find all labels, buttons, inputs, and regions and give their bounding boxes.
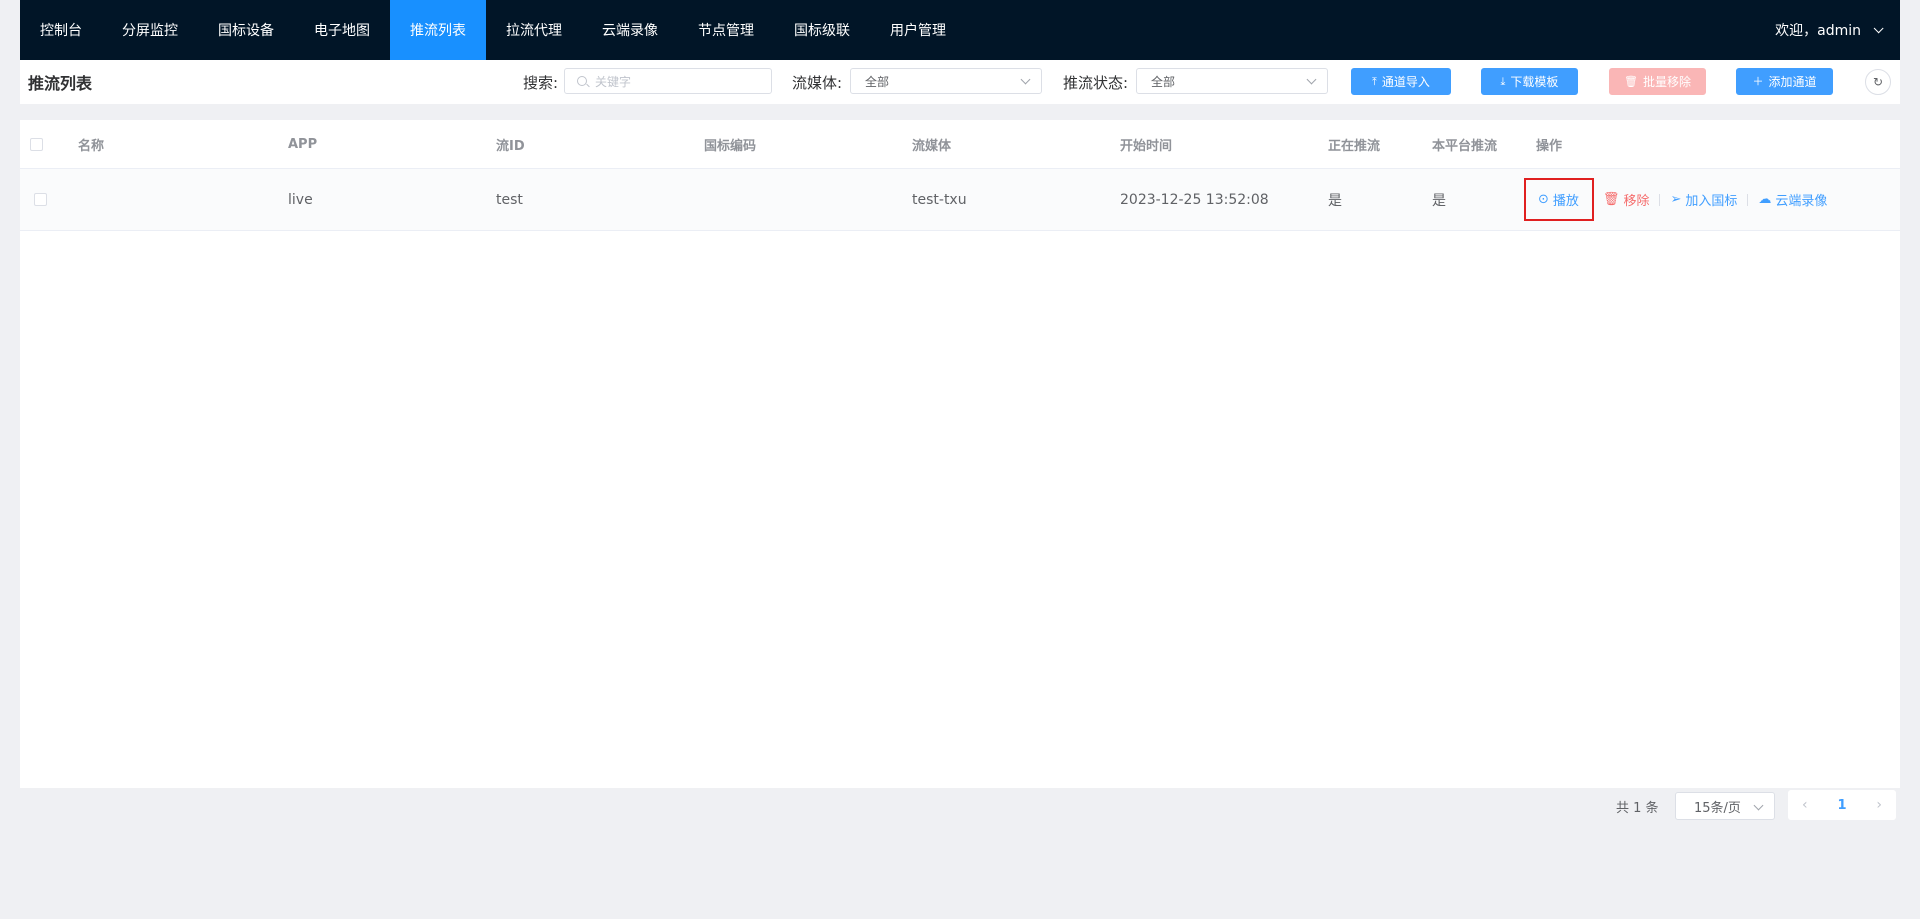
plus-icon: ＋ xyxy=(1752,75,1764,88)
media-select[interactable]: 全部 xyxy=(850,68,1042,94)
cell-app: live xyxy=(288,191,313,208)
header-pushing: 正在推流 xyxy=(1328,138,1381,154)
header-app: APP xyxy=(288,136,318,152)
nav-item-node-manage[interactable]: 节点管理 xyxy=(678,0,774,60)
play-label: 播放 xyxy=(1552,194,1579,209)
download-template-button[interactable]: ⤓ 下载模板 xyxy=(1481,68,1578,95)
header-self-platform: 本平台推流 xyxy=(1432,138,1498,154)
add-to-gb-button[interactable]: ➢ 加入国标 xyxy=(1670,190,1737,209)
chevron-down-icon xyxy=(1306,74,1317,85)
nav-item-gb-cascade[interactable]: 国标级联 xyxy=(774,0,870,60)
cell-start-time: 2023-12-25 13:52:08 xyxy=(1120,191,1269,208)
select-all-checkbox[interactable] xyxy=(30,137,43,151)
refresh-button[interactable]: ↻ xyxy=(1865,69,1891,95)
search-input[interactable]: 关键字 xyxy=(564,68,772,94)
top-nav: 控制台 分屏监控 国标设备 电子地图 推流列表 拉流代理 云端录像 节点管理 国… xyxy=(20,0,1900,60)
upload-icon: ⤒ xyxy=(1372,75,1377,88)
nav-item-split-monitor[interactable]: 分屏监控 xyxy=(102,0,198,60)
nav-item-user-manage[interactable]: 用户管理 xyxy=(870,0,966,60)
download-icon: ⤓ xyxy=(1500,75,1506,88)
header-stream-id: 流ID xyxy=(496,138,525,154)
table-row: live test test-txu 2023-12-25 13:52:08 是… xyxy=(20,169,1900,231)
search-placeholder: 关键字 xyxy=(595,74,632,89)
batch-remove-button[interactable]: 🗑 批量移除 xyxy=(1609,68,1706,95)
user-menu[interactable]: 欢迎，admin xyxy=(1775,0,1900,60)
nav-item-cloud-record[interactable]: 云端录像 xyxy=(582,0,678,60)
pagination-total: 共 1 条 xyxy=(1616,800,1659,816)
media-select-value: 全部 xyxy=(865,74,890,89)
toolbar: 推流列表 搜索: 关键字 流媒体: 全部 推流状态: 全部 ⤒ 通道导入 ⤓ 下… xyxy=(20,60,1900,104)
user-label: 欢迎，admin xyxy=(1775,23,1861,39)
page-size-value: 15条/页 xyxy=(1694,800,1741,816)
divider xyxy=(1659,193,1661,206)
select-all-cell xyxy=(30,120,43,168)
nav-item-pull-proxy[interactable]: 拉流代理 xyxy=(486,0,582,60)
nav-item-console[interactable]: 控制台 xyxy=(20,0,102,60)
prev-page-icon[interactable]: ‹ xyxy=(1802,797,1808,813)
trash-icon: 🗑 xyxy=(1602,192,1620,207)
media-label: 流媒体: xyxy=(792,74,843,92)
status-select[interactable]: 全部 xyxy=(1136,68,1328,94)
cloud-record-label: 云端录像 xyxy=(1775,194,1828,209)
header-start-time: 开始时间 xyxy=(1120,138,1173,154)
page-size-select[interactable]: 15条/页 xyxy=(1675,792,1775,820)
import-channel-button[interactable]: ⤒ 通道导入 xyxy=(1351,68,1451,95)
row-select-cell xyxy=(34,169,47,230)
row-checkbox[interactable] xyxy=(34,193,47,206)
remove-button[interactable]: 🗑 移除 xyxy=(1603,190,1650,209)
table-header: 名称 APP 流ID 国标编码 流媒体 开始时间 正在推流 本平台推流 操作 xyxy=(20,120,1900,169)
chevron-down-icon xyxy=(1873,22,1884,33)
cell-actions: ⊙ 播放 🗑 移除 ➢ 加入国标 ☁ 云端录像 xyxy=(1538,169,1827,230)
nav-item-push-list[interactable]: 推流列表 xyxy=(390,0,486,60)
push-stream-table: 名称 APP 流ID 国标编码 流媒体 开始时间 正在推流 本平台推流 操作 l… xyxy=(20,120,1900,788)
add-channel-button[interactable]: ＋ 添加通道 xyxy=(1736,68,1833,95)
next-page-icon[interactable]: › xyxy=(1876,797,1882,813)
chevron-down-icon xyxy=(1020,74,1031,85)
add-channel-label: 添加通道 xyxy=(1768,75,1817,89)
search-icon xyxy=(577,76,587,86)
current-page[interactable]: 1 xyxy=(1837,798,1846,813)
nav-item-gb-devices[interactable]: 国标设备 xyxy=(198,0,294,60)
cell-stream-id: test xyxy=(496,191,523,208)
header-actions: 操作 xyxy=(1536,138,1563,154)
header-name: 名称 xyxy=(78,138,105,154)
send-icon: ➢ xyxy=(1670,192,1682,207)
cell-media: test-txu xyxy=(912,191,967,208)
play-button[interactable]: ⊙ 播放 xyxy=(1538,190,1579,209)
pagination: ‹ 1 › xyxy=(1788,790,1896,820)
page-title: 推流列表 xyxy=(28,74,93,93)
cloud-record-button[interactable]: ☁ 云端录像 xyxy=(1758,190,1827,209)
header-gb-code: 国标编码 xyxy=(704,138,757,154)
status-select-value: 全部 xyxy=(1151,74,1176,89)
download-template-label: 下载模板 xyxy=(1510,75,1559,89)
cell-self-platform: 是 xyxy=(1432,192,1446,209)
nav-item-map[interactable]: 电子地图 xyxy=(294,0,390,60)
status-label: 推流状态: xyxy=(1063,74,1129,92)
header-media: 流媒体 xyxy=(912,138,952,154)
refresh-icon: ↻ xyxy=(1872,75,1884,89)
batch-remove-label: 批量移除 xyxy=(1642,75,1691,89)
remove-label: 移除 xyxy=(1623,194,1650,209)
add-to-gb-label: 加入国标 xyxy=(1685,194,1738,209)
cloud-icon: ☁ xyxy=(1758,192,1772,207)
search-label: 搜索: xyxy=(523,74,559,92)
trash-icon: 🗑 xyxy=(1624,75,1638,88)
play-circle-icon: ⊙ xyxy=(1538,192,1549,207)
cell-pushing: 是 xyxy=(1328,192,1342,209)
import-channel-label: 通道导入 xyxy=(1381,75,1430,89)
chevron-down-icon xyxy=(1753,800,1764,811)
divider xyxy=(1747,193,1749,206)
